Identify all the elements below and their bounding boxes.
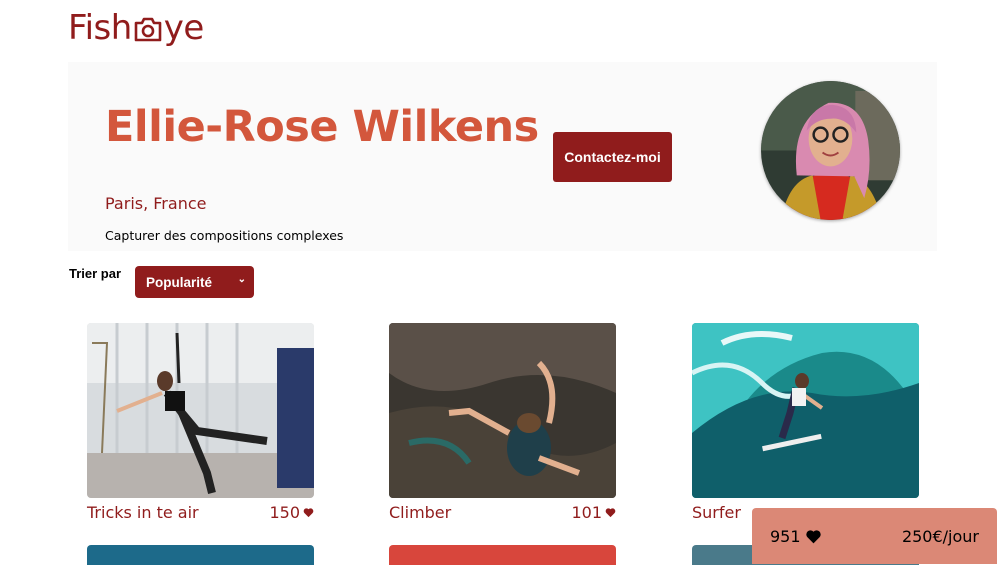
photographer-header: Ellie-Rose Wilkens Paris, France Capture… — [68, 62, 937, 251]
media-thumbnail-surfer[interactable] — [692, 323, 919, 498]
media-title: Climber — [389, 503, 452, 522]
sort-select[interactable]: Popularité ⌄ — [135, 266, 254, 298]
daily-price: 250€/jour — [901, 526, 979, 546]
total-likes: 951 — [770, 527, 822, 546]
fisheye-logo[interactable]: Fish ye — [68, 8, 204, 48]
contact-button[interactable]: Contactez-moi — [553, 132, 672, 182]
heart-icon[interactable] — [605, 507, 616, 518]
media-likes-count: 150 — [269, 503, 300, 522]
photographer-name: Ellie-Rose Wilkens — [105, 102, 539, 152]
sort-selected-value: Popularité — [146, 274, 213, 290]
heart-icon[interactable] — [303, 507, 314, 518]
media-thumbnail-tricks[interactable] — [87, 323, 314, 498]
logo-text-end: ye — [163, 8, 205, 48]
chevron-down-icon: ⌄ — [237, 274, 246, 285]
media-title: Tricks in te air — [87, 503, 199, 522]
camera-icon — [133, 15, 163, 43]
media-card: Climber 101 — [389, 323, 616, 522]
media-likes: 150 — [269, 503, 314, 522]
photographer-avatar — [761, 81, 900, 220]
media-thumbnail-climber[interactable] — [389, 323, 616, 498]
media-thumbnail[interactable] — [87, 545, 314, 565]
media-likes: 101 — [571, 503, 616, 522]
photographer-location: Paris, France — [105, 194, 207, 213]
heart-icon — [805, 529, 822, 544]
total-likes-count: 951 — [770, 526, 801, 546]
sort-label: Trier par — [69, 266, 122, 281]
photographer-tagline: Capturer des compositions complexes — [105, 228, 344, 243]
likes-price-sticky: 951 250€/jour — [752, 508, 997, 564]
media-title: Surfer — [692, 503, 741, 522]
media-card: Tricks in te air 150 — [87, 323, 314, 522]
logo-text-start: Fish — [68, 8, 132, 48]
media-thumbnail[interactable] — [389, 545, 616, 565]
media-likes-count: 101 — [571, 503, 602, 522]
media-card: Surfer — [692, 323, 919, 522]
